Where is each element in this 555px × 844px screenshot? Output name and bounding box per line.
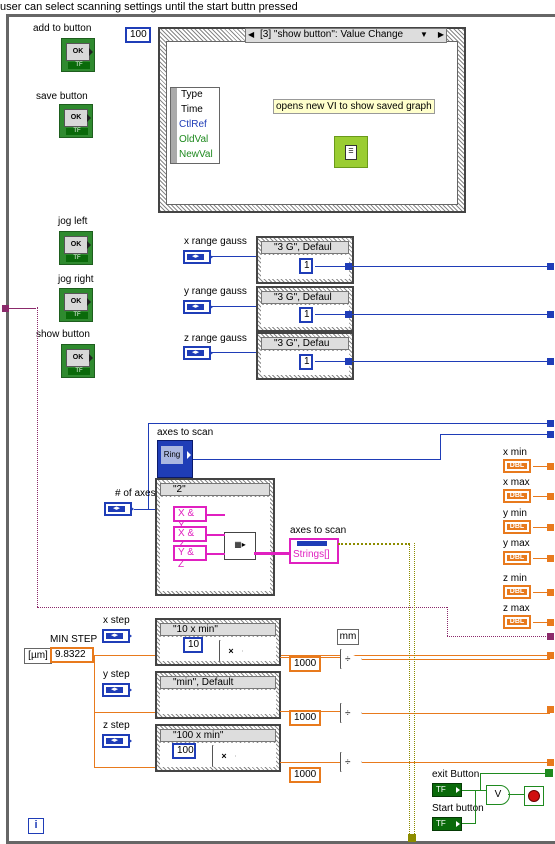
x-gauss-wire [211, 256, 256, 257]
or-gate-icon: V [486, 785, 510, 805]
z-step-label: z step [103, 720, 130, 731]
event-item-ctlref: CtlRef [179, 119, 207, 130]
jog-right-label: jog right [58, 274, 94, 285]
y-gauss-wire [211, 306, 256, 307]
y-step-case: "min", Default [155, 671, 281, 719]
show-button[interactable]: OK TF [61, 344, 95, 378]
save-button-label: save button [36, 91, 88, 102]
y-div-constant[interactable]: 1000 [289, 710, 321, 726]
iteration-icon: i [28, 818, 44, 834]
jog-left-button[interactable]: OK TF [59, 231, 93, 265]
exit-button-label: exit Button [432, 769, 480, 780]
event-case-selector[interactable]: ◀ [3] "show button": Value Change ▼ ▶ [245, 28, 447, 43]
axes-option-xz[interactable]: X & Z [173, 526, 207, 551]
min-step-value[interactable]: 9.8322 [50, 647, 94, 663]
axes-out-label: axes to scan [290, 525, 347, 536]
z-min-indicator: DBL [503, 585, 531, 599]
event-comment: opens new VI to show saved graph [273, 99, 435, 114]
add-to-button[interactable]: OK TF [61, 38, 95, 72]
subvi-icon[interactable]: ☰ [334, 136, 368, 168]
array-wire [409, 543, 415, 838]
show-button-label: show button [36, 329, 90, 340]
axes-option-xy[interactable]: X & Y [173, 506, 207, 531]
y-step-control[interactable]: ◂▸ [102, 683, 132, 697]
z-max-indicator: DBL [503, 615, 531, 629]
y-max-indicator: DBL [503, 551, 531, 565]
x-step-control[interactable]: ◂▸ [102, 629, 132, 643]
chevron-down-icon: ▼ [420, 30, 428, 39]
num-axes-label: # of axes [115, 488, 156, 499]
x-min-label: x min [503, 447, 527, 458]
axes-out-indicator: Strings[] [289, 538, 339, 564]
z-mult-constant[interactable]: 100 [172, 743, 196, 759]
event-item-oldval: OldVal [179, 134, 209, 145]
y-min-indicator: DBL [503, 520, 531, 534]
start-button-terminal[interactable]: TF [432, 817, 462, 831]
min-step-label: MIN STEP [50, 634, 98, 645]
build-array-icon: ▦▸ [224, 532, 256, 560]
z-gauss-wire [211, 352, 256, 353]
axes-ring-control[interactable]: Ring [157, 440, 193, 478]
event-item-time: Time [181, 104, 203, 115]
add-to-button-label: add to button [33, 23, 92, 34]
y-range-gauss-label: y range gauss [184, 286, 247, 297]
event-case-label: [3] "show button": Value Change [260, 29, 404, 40]
y-max-label: y max [503, 538, 530, 549]
z-gauss-constant[interactable]: 1 [299, 354, 313, 370]
event-item-type: Type [181, 89, 203, 100]
event-data-node: Type Time CtlRef OldVal NewVal [170, 87, 220, 164]
axes-option-yz[interactable]: Y & Z [173, 545, 207, 570]
dotted-ref-wire [37, 307, 38, 607]
stop-condition-icon[interactable] [524, 786, 544, 806]
z-step-control[interactable]: ◂▸ [102, 734, 132, 748]
x-step-case: "10 x min" [155, 618, 281, 666]
y-step-label: y step [103, 669, 130, 680]
x-min-indicator: DBL [503, 459, 531, 473]
x-range-gauss-label: x range gauss [184, 236, 247, 247]
z-range-gauss-label: z range gauss [184, 333, 247, 344]
jog-right-button[interactable]: OK TF [59, 288, 93, 322]
x-max-label: x max [503, 477, 530, 488]
z-range-gauss-control[interactable]: ◂▸ [183, 346, 213, 360]
x-mult-constant[interactable]: 10 [183, 637, 203, 653]
num-axes-control[interactable]: ◂▸ [104, 502, 134, 516]
x-gauss-constant[interactable]: 1 [299, 258, 313, 274]
save-button[interactable]: OK TF [59, 104, 93, 138]
y-range-gauss-control[interactable]: ◂▸ [183, 300, 213, 314]
event-item-newval: NewVal [179, 149, 213, 160]
axes-ring-label: axes to scan [157, 427, 214, 438]
mm-label: mm [337, 629, 359, 645]
exit-button-terminal[interactable]: TF [432, 783, 462, 797]
comment-title: user can select scanning settings until … [0, 1, 298, 13]
timeout-constant[interactable]: 100 [125, 27, 151, 43]
x-range-gauss-control[interactable]: ◂▸ [183, 250, 213, 264]
x-div-constant[interactable]: 1000 [289, 656, 321, 672]
x-step-label: x step [103, 615, 130, 626]
y-min-label: y min [503, 508, 527, 519]
z-min-label: z min [503, 573, 527, 584]
y-gauss-constant[interactable]: 1 [299, 307, 313, 323]
z-div-constant[interactable]: 1000 [289, 767, 321, 783]
jog-left-label: jog left [58, 216, 88, 227]
min-step-unit: [µm] [24, 648, 52, 664]
z-max-label: z max [503, 603, 530, 614]
x-max-indicator: DBL [503, 489, 531, 503]
